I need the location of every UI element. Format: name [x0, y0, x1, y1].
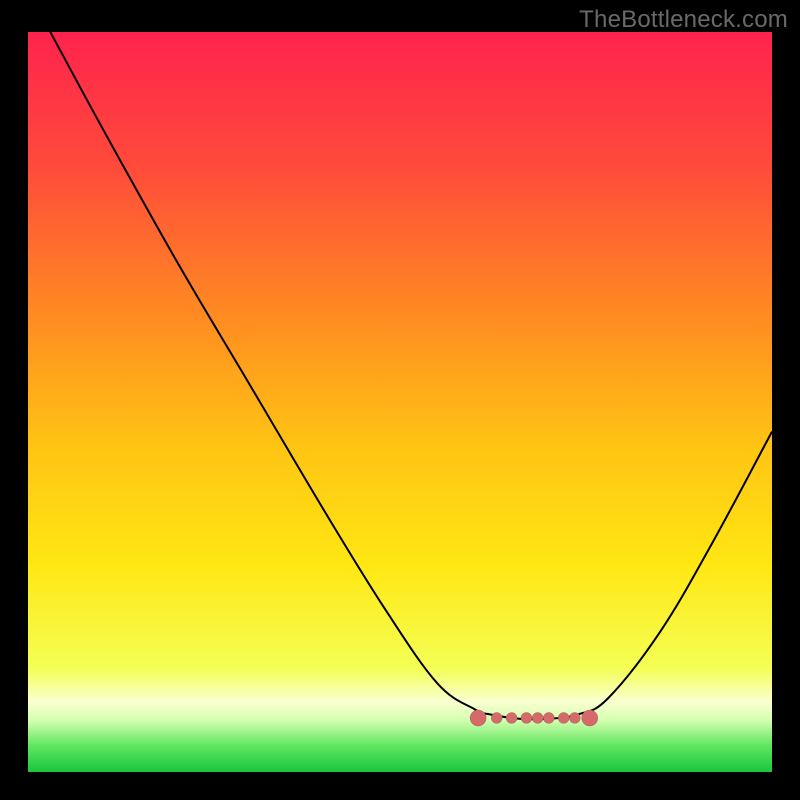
watermark-text: TheBottleneck.com — [579, 6, 788, 34]
chart-frame: TheBottleneck.com — [0, 0, 800, 800]
gradient-background — [28, 32, 772, 772]
bottleneck-chart — [28, 32, 772, 772]
